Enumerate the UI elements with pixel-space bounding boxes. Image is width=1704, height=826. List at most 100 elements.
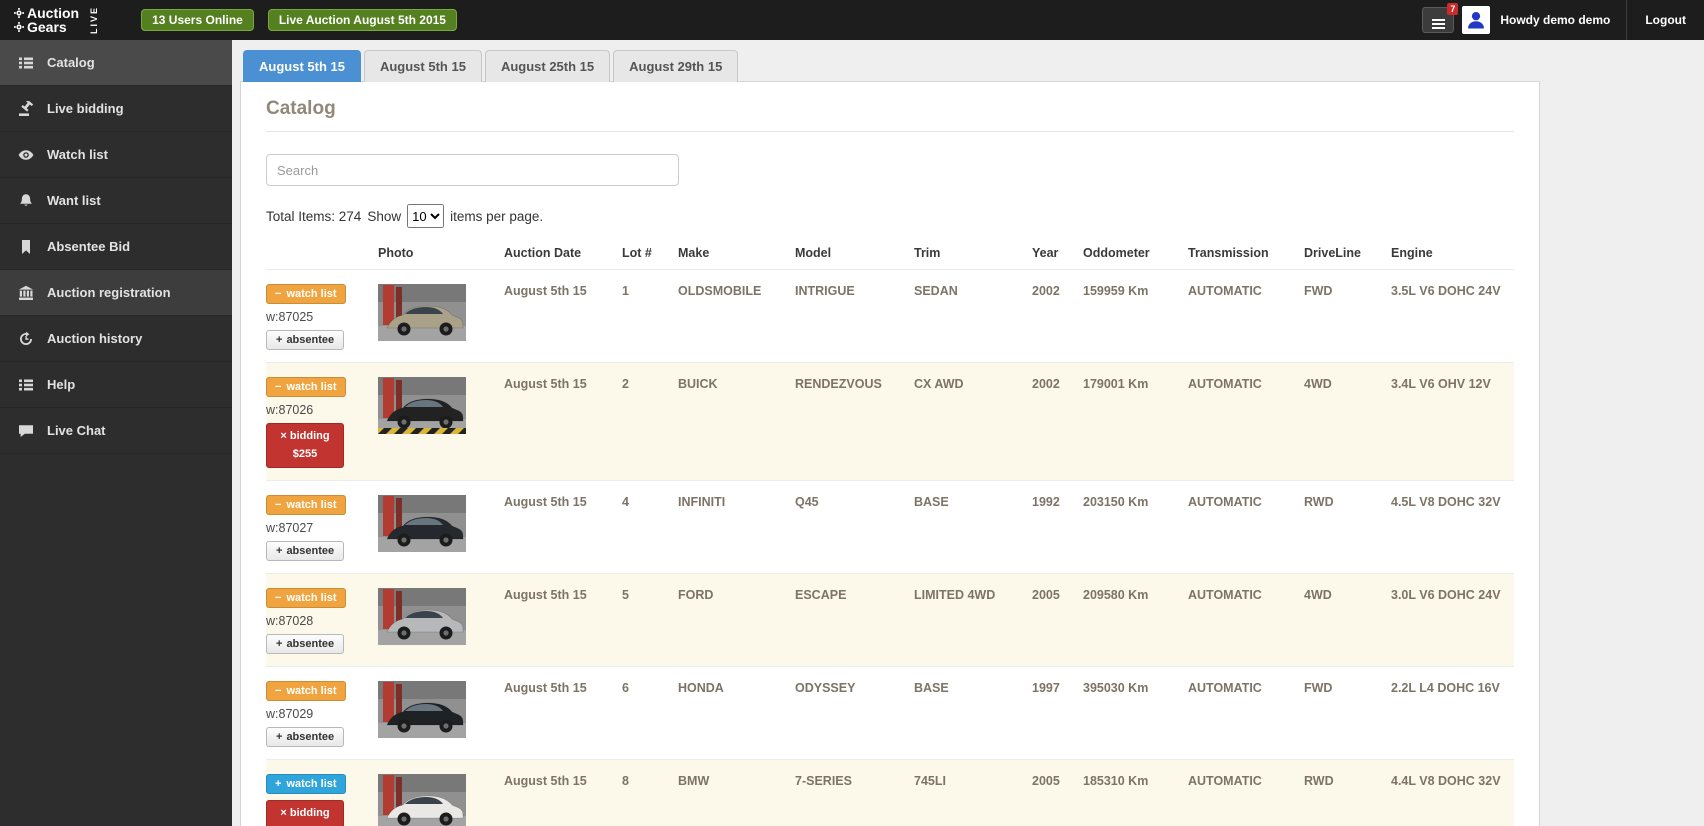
watch-list-button[interactable]: − watch list — [266, 588, 346, 609]
photo-cell — [378, 759, 504, 826]
x-icon: × — [280, 430, 290, 442]
gear-icon — [14, 22, 24, 33]
sidebar-item-live-bidding[interactable]: Live bidding — [0, 86, 232, 132]
history-icon — [18, 331, 34, 347]
absentee-button[interactable]: + absentee — [266, 727, 345, 748]
notifications-button[interactable]: 7 — [1422, 3, 1459, 33]
minus-icon: − — [275, 499, 282, 512]
absentee-button[interactable]: + absentee — [266, 634, 345, 655]
logo-text-line1: Auction — [27, 4, 80, 21]
table-meta: Total Items: 274 Show 10 items per page. — [266, 204, 1514, 228]
watch-list-button[interactable]: − watch list — [266, 377, 346, 397]
table-row: − watch list w:87027 + absentee August 5th 15… — [266, 480, 1514, 574]
column-header: Transmission — [1188, 246, 1269, 260]
avatar[interactable] — [1462, 6, 1491, 34]
bidding-button[interactable]: × bidding $255 — [266, 423, 344, 469]
actions-cell: − watch list w:87027 + absentee — [266, 480, 378, 574]
trim-cell: 745LI — [914, 759, 1032, 826]
plus-icon: + — [276, 545, 283, 558]
table-row: − watch list w:87029 + absentee August 5th 15… — [266, 666, 1514, 760]
watch-list-label: watch list — [286, 592, 337, 605]
plus-icon: + — [276, 638, 283, 651]
app-logo[interactable]: Auction Gears LIVE — [0, 4, 100, 34]
tab-august-25th-15-2[interactable]: August 25th 15 — [484, 50, 611, 82]
bell-icon — [18, 193, 34, 209]
absentee-label: absentee — [286, 334, 335, 346]
photo-cell — [378, 269, 504, 363]
logo-live-text: LIVE — [89, 5, 100, 34]
car-photo[interactable] — [378, 377, 466, 434]
auction-tabs: August 5th 15 August 5th 15 August 25th 15… — [243, 50, 1704, 82]
sidebar-item-absentee-bid[interactable]: Absentee Bid — [0, 224, 232, 270]
sidebar-item-catalog[interactable]: Catalog — [0, 40, 232, 86]
make-cell: OLDSMOBILE — [678, 269, 795, 363]
sidebar-item-want-list[interactable]: Want list — [0, 178, 232, 224]
sidebar-item-auction-history[interactable]: Auction history — [0, 316, 232, 362]
bidding-button[interactable]: × bidding$3,000 — [266, 800, 344, 826]
auction-date-cell: August 5th 15 — [504, 666, 622, 760]
catalog-panel: Catalog Total Items: 274 Show 10 items p… — [240, 81, 1540, 826]
bank-icon — [18, 285, 34, 301]
watch-list-label: watch list — [286, 499, 337, 512]
logout-button[interactable]: Logout — [1626, 0, 1704, 40]
total-items-label: Total Items: 274 — [266, 208, 362, 224]
sidebar-item-auction-registration[interactable]: Auction registration — [0, 270, 232, 316]
tab-august-5th-15-0[interactable]: August 5th 15 — [243, 50, 361, 82]
watch-list-label: watch list — [286, 288, 337, 300]
eye-icon — [18, 147, 34, 163]
sidebar-item-watch-list[interactable]: Watch list — [0, 132, 232, 178]
watch-list-button[interactable]: + watch list — [266, 774, 346, 795]
user-greeting: Howdy demo demo — [1500, 13, 1611, 27]
users-online-badge: 13 Users Online — [141, 9, 254, 31]
sidebar-item-label: Absentee Bid — [47, 239, 131, 254]
actions-cell: − watch list w:87029 + absentee — [266, 666, 378, 760]
trim-cell: CX AWD — [914, 361, 1032, 481]
table-row: − watch list w:87025 + absentee August 5th 15… — [266, 269, 1514, 363]
car-photo[interactable] — [378, 774, 466, 826]
transmission-cell: AUTOMATIC — [1188, 666, 1304, 760]
minus-icon: − — [275, 592, 282, 605]
sidebar-item-live-chat[interactable]: Live Chat — [0, 408, 232, 454]
column-header: Trim — [914, 246, 941, 260]
engine-cell: 4.5L V8 DOHC 32V — [1391, 480, 1514, 574]
watch-list-button[interactable]: − watch list — [266, 681, 346, 702]
plus-icon: + — [275, 778, 282, 791]
trim-cell: SEDAN — [914, 269, 1032, 363]
photo-cell — [378, 573, 504, 667]
auction-date-cell: August 5th 15 — [504, 269, 622, 363]
actions-cell: − watch list w:87026 × bidding $255 — [266, 361, 378, 481]
column-header: Model — [795, 246, 832, 260]
watch-number: w:87027 — [266, 521, 314, 536]
watch-number: w:87028 — [266, 614, 314, 629]
table-row: − watch list w:87026 × bidding $255 August 5t… — [266, 361, 1514, 481]
topbar: Auction Gears LIVE 13 Users Online Live … — [0, 0, 1704, 40]
lot-number-cell: 2 — [622, 361, 678, 481]
per-page-select[interactable]: 10 — [407, 204, 445, 228]
year-cell: 2002 — [1032, 269, 1083, 363]
table-row: + watch list × bidding$3,000 August 5th 158… — [266, 759, 1514, 826]
absentee-button[interactable]: + absentee — [266, 541, 345, 562]
absentee-label: absentee — [286, 638, 335, 651]
watch-list-button[interactable]: − watch list — [266, 284, 346, 304]
car-photo[interactable] — [378, 588, 466, 646]
search-input[interactable] — [266, 154, 679, 186]
x-icon: × — [280, 807, 290, 820]
sidebar-item-help[interactable]: Help — [0, 362, 232, 408]
per-page-suffix: items per page. — [450, 208, 544, 224]
photo-cell — [378, 480, 504, 574]
lot-number-cell: 5 — [622, 573, 678, 667]
table-row: − watch list w:87028 + absentee August 5th 15… — [266, 573, 1514, 667]
car-photo[interactable] — [378, 681, 466, 739]
tab-august-5th-15-1[interactable]: August 5th 15 — [363, 50, 482, 82]
tab-august-29th-15-3[interactable]: August 29th 15 — [613, 50, 739, 82]
column-header: Engine — [1391, 246, 1433, 260]
odometer-cell: 209580 Km — [1083, 573, 1188, 667]
absentee-button[interactable]: + absentee — [266, 330, 345, 350]
odometer-cell: 203150 Km — [1083, 480, 1188, 574]
engine-cell: 3.0L V6 DOHC 24V — [1391, 573, 1514, 667]
year-cell: 1997 — [1032, 666, 1083, 760]
car-photo[interactable] — [378, 495, 466, 553]
list-icon — [18, 377, 34, 393]
watch-list-button[interactable]: − watch list — [266, 495, 346, 516]
car-photo[interactable] — [378, 284, 466, 341]
